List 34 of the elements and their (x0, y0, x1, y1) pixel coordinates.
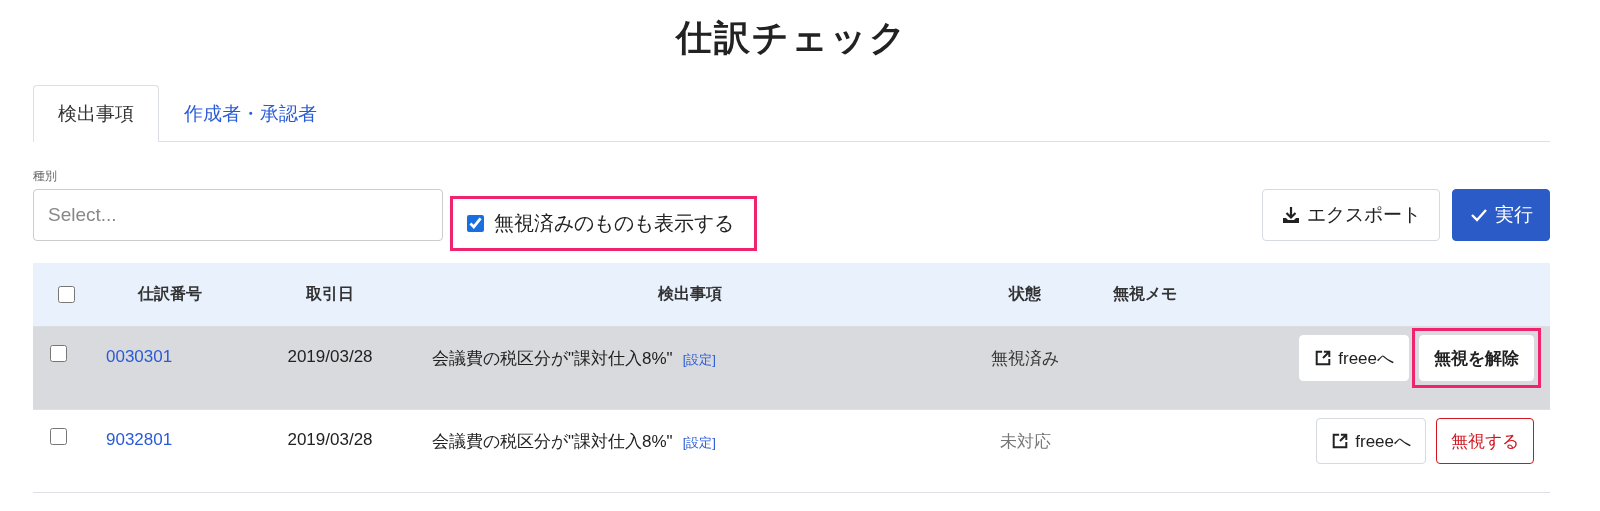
open-in-freee-button[interactable]: freeeへ (1316, 418, 1426, 464)
run-button[interactable]: 実行 (1452, 189, 1550, 241)
show-ignored-checkbox[interactable] (467, 215, 484, 232)
select-field[interactable]: Select... (33, 189, 443, 241)
external-link-icon (1331, 432, 1350, 450)
status-column-header: 状態 (1009, 284, 1041, 304)
row-checkbox[interactable] (50, 345, 67, 362)
status-cell-text: 無視済み (991, 348, 1059, 370)
date-column-header: 取引日 (306, 284, 354, 304)
checkbox-label: 無視済みのものも表示する (494, 211, 734, 236)
entry-number-link[interactable]: 9032801 (106, 430, 250, 450)
settings-link[interactable]: [設定] (682, 434, 716, 452)
download-icon (1281, 205, 1301, 225)
finding-cell-text: 会議費の税区分が"課対仕入8%" (432, 431, 673, 453)
tab[interactable]: 作成者・承認者 (159, 85, 342, 142)
number-column-header: 仕訳番号 (138, 284, 202, 304)
memo-column-header: 無視メモ (1113, 284, 1177, 304)
entry-number-link[interactable]: 0030301 (106, 347, 250, 367)
row-checkbox[interactable] (50, 428, 67, 445)
page-title: 仕訳チェック (675, 16, 908, 60)
date-cell: 2019/03/28 (287, 430, 373, 450)
field-label: 種別 (33, 168, 57, 185)
external-link-icon (1314, 349, 1333, 367)
finding-column-header: 検出事項 (658, 284, 722, 304)
finding-cell-text: 会議費の税区分が"課対仕入8%" (432, 348, 673, 370)
open-in-freee-button[interactable]: freeeへ (1299, 335, 1409, 381)
ignore-button[interactable]: 無視する (1436, 418, 1534, 464)
select-all-checkbox[interactable] (58, 286, 75, 303)
unignore-button[interactable]: 無視を解除 (1419, 335, 1534, 381)
status-cell-text: 未対応 (999, 431, 1051, 453)
settings-link[interactable]: [設定] (682, 351, 716, 369)
tab[interactable]: 検出事項 (33, 85, 159, 142)
date-cell: 2019/03/28 (287, 347, 373, 367)
export-button[interactable]: エクスポート (1262, 189, 1440, 241)
